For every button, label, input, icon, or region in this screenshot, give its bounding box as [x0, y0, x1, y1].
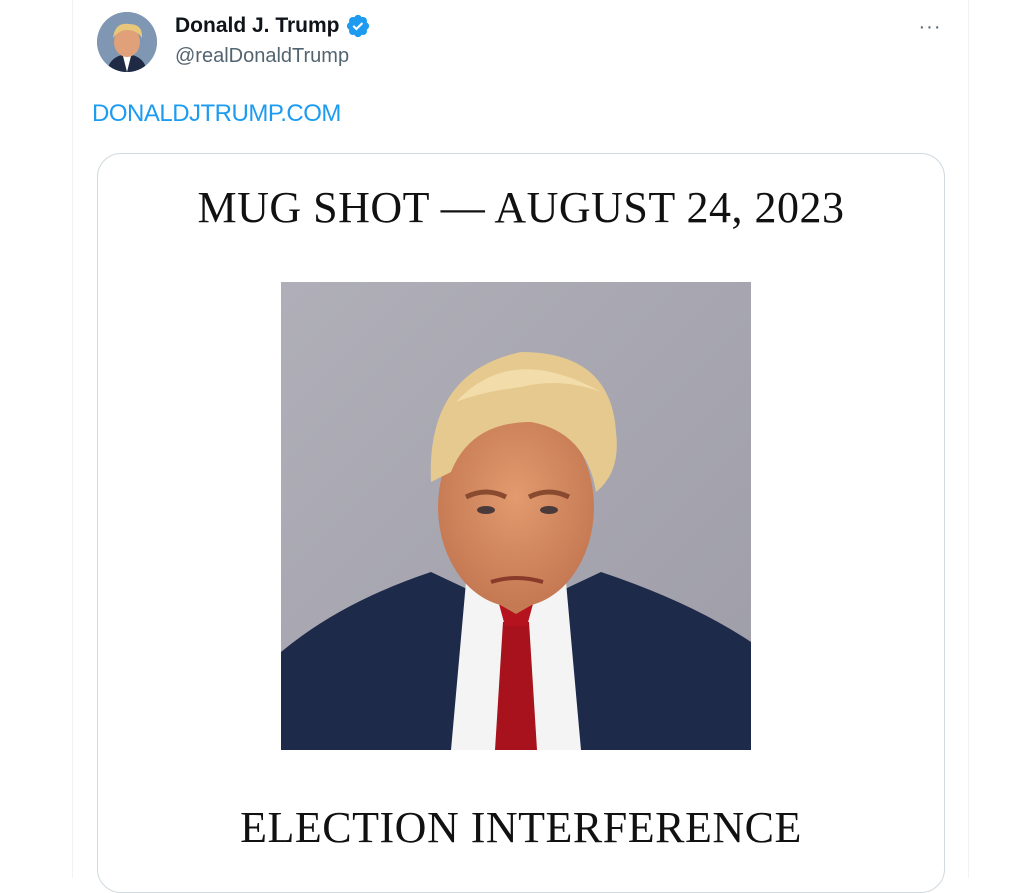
- tweet-link[interactable]: DONALDJTRUMP.COM: [92, 100, 341, 128]
- author-display-name[interactable]: Donald J. Trump: [175, 14, 340, 38]
- more-options-icon[interactable]: ···: [914, 14, 946, 40]
- mugshot-photo: [281, 282, 751, 750]
- author-avatar[interactable]: [97, 12, 157, 72]
- media-bottom-text: ELECTION INTERFERENCE: [240, 803, 802, 852]
- author-handle[interactable]: @realDonaldTrump: [175, 45, 349, 68]
- author-name-row[interactable]: Donald J. Trump: [175, 13, 371, 39]
- tweet-media-card[interactable]: MUG SHOT — AUGUST 24, 2023 ELECTION INTE…: [97, 153, 945, 893]
- media-top-text: MUG SHOT — AUGUST 24, 2023: [197, 183, 845, 232]
- verified-badge-icon[interactable]: [345, 13, 371, 39]
